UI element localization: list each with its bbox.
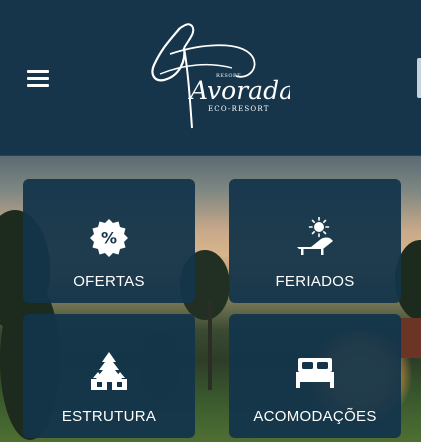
app-header: RESORT Avorada ECO-RESORT [0,0,421,156]
sun-lounger-icon [297,217,333,255]
tile-feriados[interactable]: FERIADOS [229,179,401,303]
hamburger-menu-icon[interactable] [27,70,51,88]
resort-logo[interactable]: RESORT Avorada ECO-RESORT [140,20,290,135]
tile-label: FERIADOS [275,273,355,290]
svg-text:%: % [101,229,117,248]
tile-acomodacoes[interactable]: ACOMODAÇÕES [229,314,401,438]
tile-ofertas[interactable]: % OFERTAS [23,179,195,303]
tile-label: ESTRUTURA [61,408,157,425]
bed-icon [296,358,334,388]
cabin-trees-icon [91,352,127,390]
tile-estrutura[interactable]: ESTRUTURA [23,314,195,438]
scroll-indicator[interactable] [417,58,421,98]
percent-badge-icon: % [90,219,128,257]
logo-subtitle: ECO-RESORT [208,105,270,113]
tile-label: ACOMODAÇÕES [253,408,377,425]
logo-main-text: Avorada [188,76,290,105]
tile-label: OFERTAS [73,273,145,290]
